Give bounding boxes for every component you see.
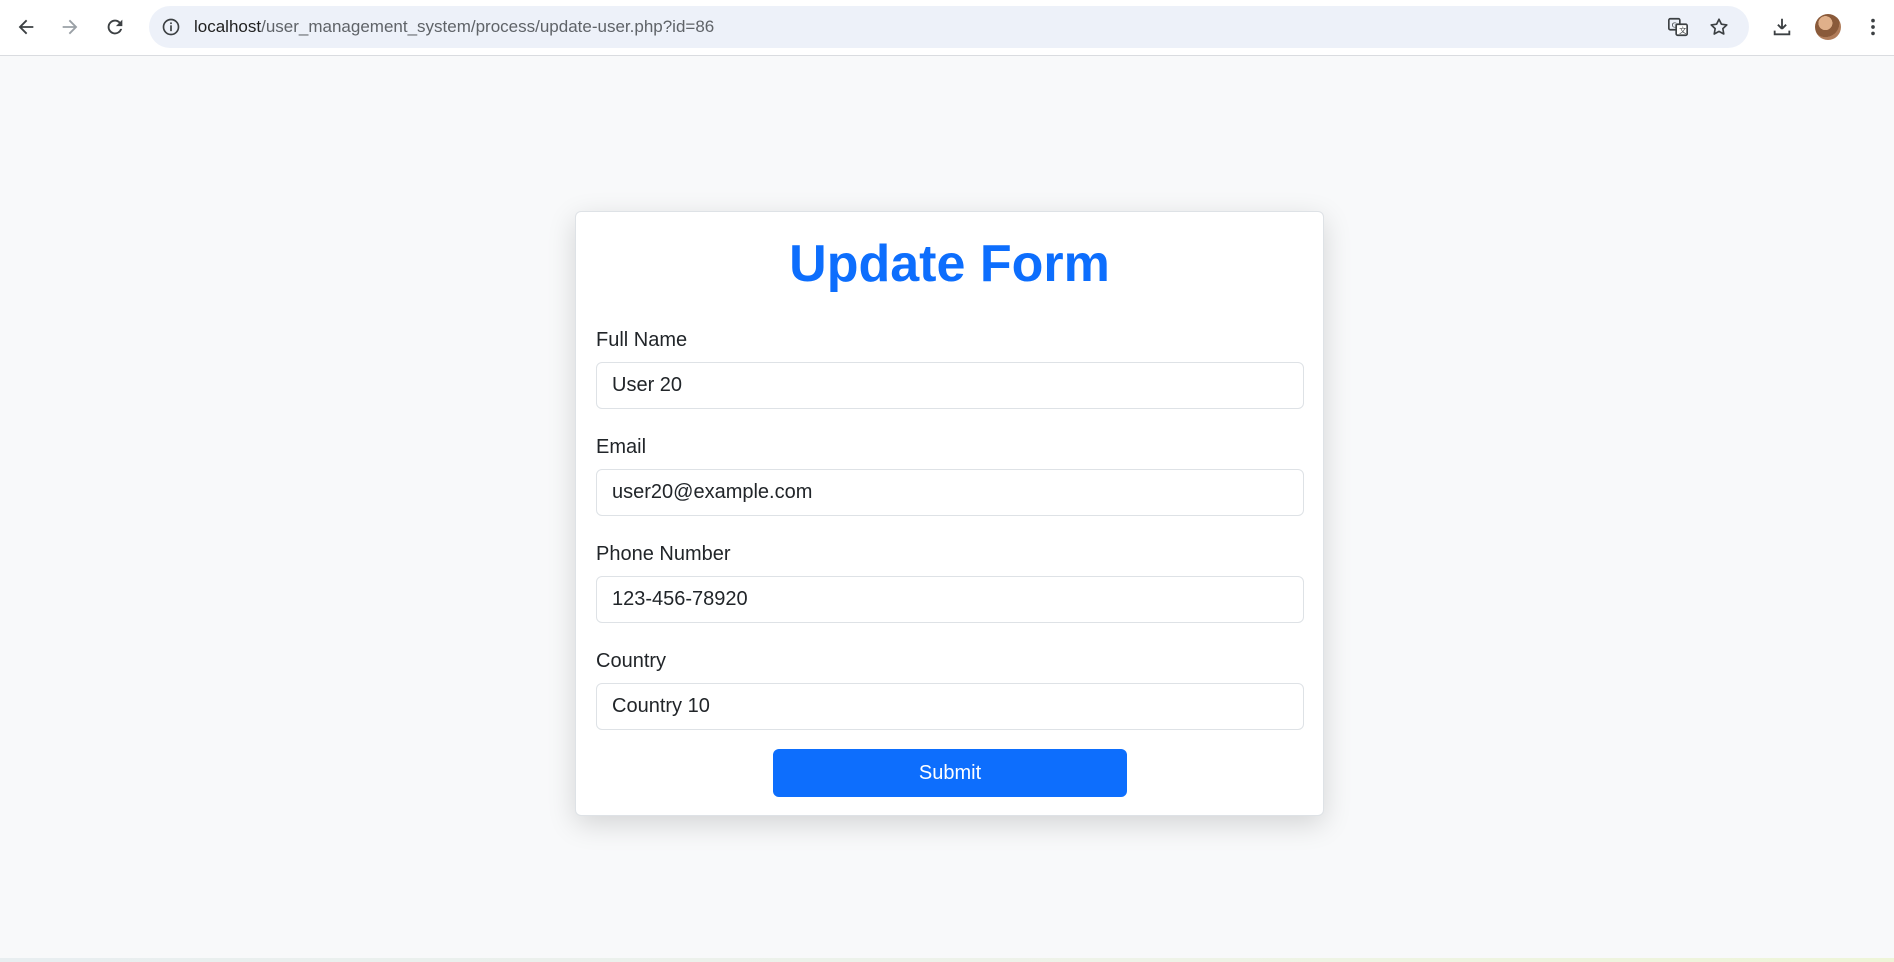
email-field[interactable] bbox=[596, 469, 1304, 516]
svg-text:G: G bbox=[1672, 20, 1678, 29]
url-text[interactable]: localhost/user_management_system/process… bbox=[194, 6, 714, 48]
phone-number-field[interactable] bbox=[596, 576, 1304, 623]
country-field[interactable] bbox=[596, 683, 1304, 730]
phone-number-label: Phone Number bbox=[596, 543, 731, 565]
kebab-menu-icon bbox=[1871, 18, 1875, 36]
bottom-strip bbox=[0, 958, 1894, 962]
full-name-field[interactable] bbox=[596, 362, 1304, 409]
email-label: Email bbox=[596, 436, 647, 458]
url-path: /user_management_system/process/update-u… bbox=[261, 17, 715, 36]
forward-arrow-icon bbox=[62, 19, 78, 35]
browser-toolbar: localhost/user_management_system/process… bbox=[0, 0, 1894, 56]
forward-button[interactable] bbox=[53, 10, 87, 44]
avatar bbox=[1815, 14, 1841, 40]
page-title: Update Form bbox=[789, 235, 1110, 293]
country-label: Country bbox=[596, 650, 667, 672]
translate-icon[interactable]: G文 bbox=[1666, 15, 1690, 39]
page-content: Update Form Full Name Email Phone Number… bbox=[0, 56, 1894, 960]
reload-icon bbox=[107, 19, 123, 35]
reload-button[interactable] bbox=[98, 10, 132, 44]
url-host: localhost bbox=[194, 17, 262, 36]
download-icon bbox=[1773, 18, 1791, 36]
profile-button[interactable] bbox=[1811, 10, 1845, 44]
address-bar[interactable]: localhost/user_management_system/process… bbox=[149, 6, 1749, 48]
back-button[interactable] bbox=[9, 10, 43, 44]
info-icon[interactable] bbox=[159, 15, 183, 39]
star-icon[interactable] bbox=[1707, 15, 1731, 39]
update-form-card: Update Form Full Name Email Phone Number… bbox=[575, 211, 1324, 816]
submit-button[interactable]: Submit bbox=[773, 749, 1127, 797]
download-button[interactable] bbox=[1765, 10, 1799, 44]
svg-text:文: 文 bbox=[1679, 26, 1687, 35]
back-arrow-icon bbox=[18, 19, 34, 35]
menu-button[interactable] bbox=[1856, 10, 1890, 44]
full-name-label: Full Name bbox=[596, 329, 688, 351]
